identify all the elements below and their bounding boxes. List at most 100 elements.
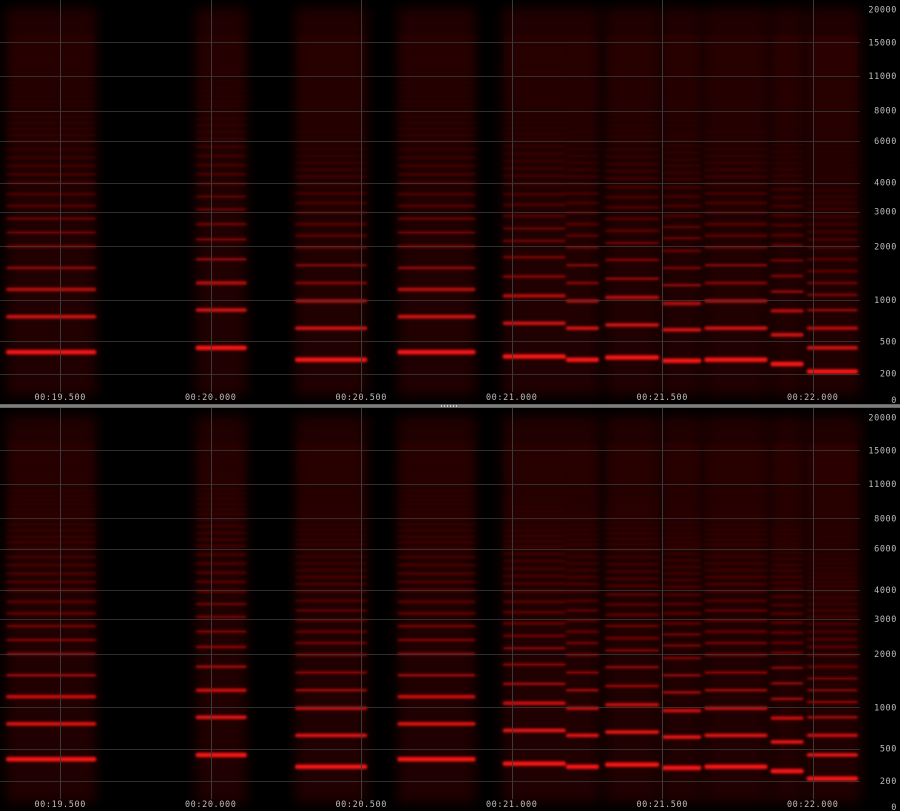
harmonic-band	[770, 65, 804, 67]
harmonic-band	[294, 448, 368, 450]
harmonic-band	[397, 478, 476, 480]
harmonic-band	[605, 543, 660, 545]
harmonic-band	[565, 126, 599, 128]
harmonic-band	[6, 474, 97, 477]
harmonic-band	[605, 70, 660, 72]
harmonic-band	[195, 67, 247, 70]
harmonic-band	[806, 473, 858, 476]
harmonic-band	[806, 62, 858, 64]
harmonic-band	[662, 633, 702, 636]
harmonic-band	[662, 60, 702, 62]
harmonic-band	[6, 193, 97, 196]
harmonic-band	[195, 36, 247, 38]
harmonic-band	[6, 490, 97, 492]
harmonic-band	[605, 64, 660, 67]
harmonic-band	[662, 54, 702, 57]
harmonic-band	[294, 136, 368, 138]
spectrogram-channel-1[interactable]: 00:19.500 00:20.000 00:20.500 00:21.000 00:2…	[0, 0, 900, 404]
harmonic-band	[662, 165, 702, 167]
harmonic-band	[770, 489, 804, 491]
harmonic-band	[806, 88, 858, 90]
harmonic-band	[806, 155, 858, 157]
harmonic-band	[662, 491, 702, 494]
harmonic-band	[806, 90, 858, 92]
harmonic-band	[294, 475, 368, 478]
harmonic-band	[6, 612, 97, 615]
note-haze	[397, 416, 476, 803]
harmonic-band	[6, 581, 97, 583]
note-haze	[605, 8, 660, 396]
harmonic-band	[704, 473, 768, 475]
time-tick-label: 00:19.500	[34, 393, 85, 403]
harmonic-band	[770, 63, 804, 65]
harmonic-band	[605, 577, 660, 580]
harmonic-band	[704, 73, 768, 75]
harmonic-band	[397, 581, 476, 583]
harmonic-band	[605, 762, 660, 767]
harmonic-band	[806, 195, 858, 198]
harmonic-band	[605, 39, 660, 41]
harmonic-band	[704, 357, 768, 362]
harmonic-band	[662, 457, 702, 459]
harmonic-band	[6, 66, 97, 69]
harmonic-band	[704, 40, 768, 42]
harmonic-band	[565, 84, 599, 86]
harmonic-band	[6, 314, 97, 319]
harmonic-band	[195, 752, 247, 758]
harmonic-band	[565, 326, 599, 330]
harmonic-band	[806, 108, 858, 110]
harmonic-band	[294, 126, 368, 128]
harmonic-band	[662, 44, 702, 46]
harmonic-band	[704, 264, 768, 267]
harmonic-band	[770, 224, 804, 227]
harmonic-band	[770, 552, 804, 554]
harmonic-band	[565, 45, 599, 48]
harmonic-band	[605, 730, 660, 734]
harmonic-band	[770, 456, 804, 458]
harmonic-band	[6, 156, 97, 159]
harmonic-band	[195, 472, 247, 474]
harmonic-band	[662, 95, 702, 97]
harmonic-band	[195, 146, 247, 148]
harmonic-band	[605, 684, 660, 688]
harmonic-band	[294, 583, 368, 585]
freq-tick-label: 8000	[874, 514, 897, 524]
harmonic-band	[806, 529, 858, 531]
splitter-grip-icon[interactable]	[441, 405, 459, 407]
harmonic-band	[770, 631, 804, 634]
harmonic-band	[195, 518, 247, 521]
harmonic-band	[195, 444, 247, 446]
freq-tick-label: 15000	[868, 38, 897, 48]
harmonic-band	[662, 468, 702, 470]
harmonic-band	[662, 657, 702, 660]
freq-tick-label: 6000	[874, 545, 897, 555]
harmonic-band	[806, 56, 858, 59]
harmonic-band	[294, 54, 368, 56]
harmonic-band	[294, 56, 368, 59]
harmonic-band	[195, 464, 247, 466]
freq-tick-label: 500	[880, 337, 897, 347]
harmonic-band	[704, 533, 768, 536]
harmonic-band	[397, 461, 476, 463]
harmonic-band	[294, 95, 368, 97]
harmonic-band	[294, 175, 368, 178]
harmonic-band	[662, 603, 702, 605]
harmonic-band	[704, 448, 768, 450]
spectrogram-channel-2[interactable]: 00:19.500 00:20.000 00:20.500 00:21.000 00:2…	[0, 408, 900, 811]
harmonic-band	[662, 465, 702, 467]
harmonic-band	[662, 445, 702, 447]
harmonic-band	[806, 468, 858, 470]
harmonic-band	[565, 689, 599, 692]
harmonic-band	[605, 56, 660, 58]
harmonic-band	[605, 67, 660, 70]
harmonic-band	[195, 581, 247, 583]
harmonic-band	[704, 492, 768, 494]
harmonic-band	[294, 36, 368, 38]
harmonic-band	[6, 43, 97, 45]
harmonic-band	[806, 516, 858, 518]
time-tick-label: 00:21.500	[636, 800, 687, 810]
harmonic-band	[294, 538, 368, 541]
harmonic-band	[605, 36, 660, 39]
harmonic-band	[294, 733, 368, 738]
harmonic-band	[704, 148, 768, 150]
